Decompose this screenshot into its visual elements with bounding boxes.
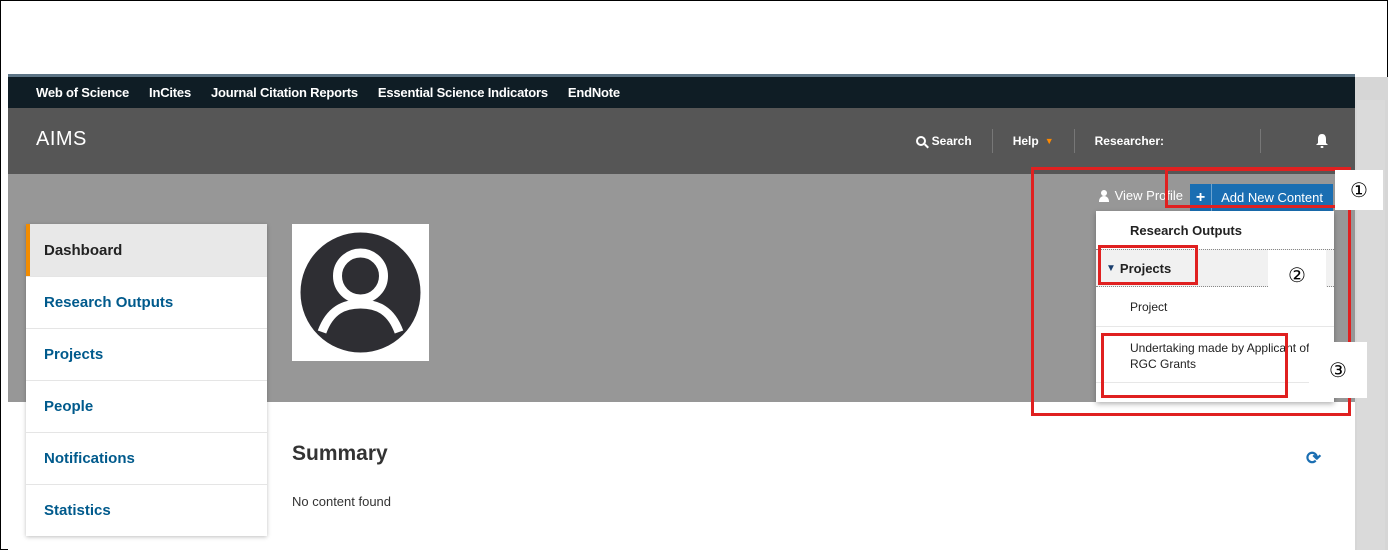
- sidebar-item-people[interactable]: People: [26, 380, 267, 432]
- search-label: Search: [931, 134, 972, 148]
- sidebar-item-dashboard[interactable]: Dashboard: [26, 224, 267, 276]
- refresh-icon[interactable]: ⟳: [1306, 448, 1321, 469]
- summary-empty-text: No content found: [292, 494, 392, 509]
- nav-link-essential-science-indicators[interactable]: Essential Science Indicators: [378, 85, 548, 100]
- app-logo[interactable]: AIMS: [36, 128, 87, 151]
- bell-icon: [1316, 134, 1328, 148]
- sidebar-item-projects[interactable]: Projects: [26, 328, 267, 380]
- nav-link-web-of-science[interactable]: Web of Science: [36, 85, 129, 100]
- nav-link-endnote[interactable]: EndNote: [568, 85, 620, 100]
- search-icon: [915, 136, 926, 146]
- sidebar-item-statistics[interactable]: Statistics: [26, 484, 267, 536]
- add-new-content-label: Add New Content: [1221, 190, 1323, 205]
- view-profile-link[interactable]: View Profile: [1098, 188, 1183, 203]
- scrollbar-thumb[interactable]: [1357, 100, 1385, 550]
- header-actions: Search Help ▼ Researcher:: [896, 108, 1355, 174]
- app-header: AIMS Search Help ▼ Researcher:: [8, 108, 1355, 174]
- view-profile-label: View Profile: [1114, 188, 1183, 203]
- sidebar-item-notifications[interactable]: Notifications: [26, 432, 267, 484]
- add-content-dropdown: Research Outputs ▼ Projects Project Unde…: [1096, 211, 1334, 402]
- nav-link-incites[interactable]: InCites: [149, 85, 191, 100]
- sidebar-item-research-outputs[interactable]: Research Outputs: [26, 276, 267, 328]
- chevron-down-icon: ▼: [1044, 136, 1054, 146]
- search-button[interactable]: Search: [896, 129, 993, 153]
- summary-heading: Summary: [292, 442, 388, 465]
- annotation-number-3: ③: [1309, 342, 1367, 398]
- product-nav-bar: Web of Science InCites Journal Citation …: [8, 77, 1355, 108]
- researcher-label: Researcher:: [1094, 134, 1164, 148]
- caret-down-icon: ▼: [1106, 262, 1116, 274]
- annotation-number-2: ②: [1268, 250, 1326, 300]
- person-icon: [1098, 189, 1109, 202]
- researcher-menu[interactable]: Researcher:: [1075, 129, 1281, 153]
- dashboard-sidebar: Dashboard Research Outputs Projects Peop…: [26, 224, 267, 536]
- avatar[interactable]: [292, 224, 429, 361]
- header-divider: [1260, 129, 1261, 153]
- add-new-content-button[interactable]: + Add New Content: [1190, 184, 1333, 211]
- dropdown-group-label: Projects: [1119, 260, 1172, 276]
- user-avatar-icon: [300, 232, 421, 353]
- dropdown-item-undertaking[interactable]: Undertaking made by Applicant of RGC Gra…: [1096, 327, 1326, 383]
- dropdown-header-research-outputs[interactable]: Research Outputs: [1096, 211, 1334, 249]
- plus-icon: +: [1190, 184, 1213, 211]
- help-menu-button[interactable]: Help ▼: [993, 129, 1075, 153]
- help-label: Help: [1012, 134, 1039, 148]
- app-window: Web of Science InCites Journal Citation …: [8, 74, 1355, 550]
- annotation-number-1: ①: [1335, 170, 1383, 210]
- notifications-button[interactable]: [1281, 129, 1355, 153]
- nav-link-journal-citation-reports[interactable]: Journal Citation Reports: [211, 85, 358, 100]
